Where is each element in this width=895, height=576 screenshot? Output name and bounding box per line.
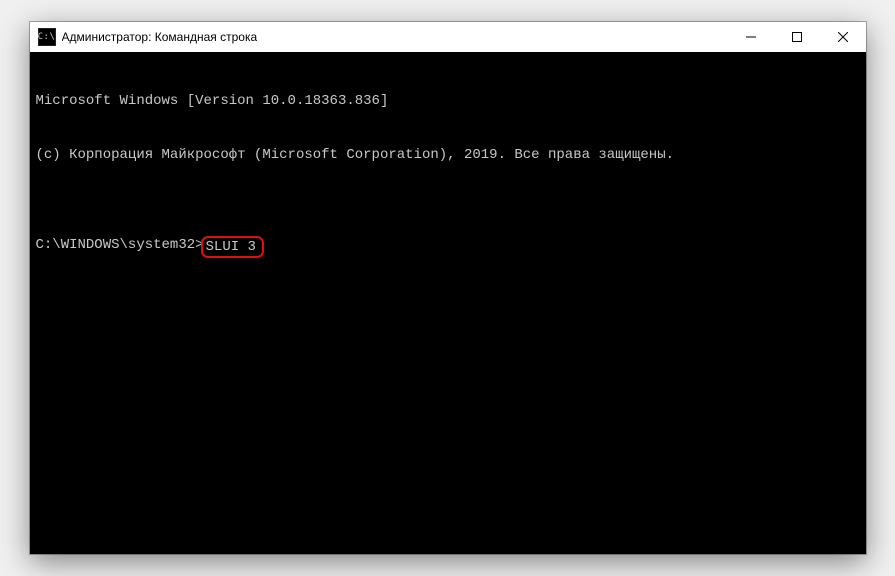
terminal-prompt-line: C:\WINDOWS\system32>SLUI 3: [36, 236, 860, 258]
cmd-window: C:\ Администратор: Командная строка Micr…: [30, 22, 866, 554]
terminal-line: (c) Корпорация Майкрософт (Microsoft Cor…: [36, 146, 860, 164]
page-root: C:\ Администратор: Командная строка Micr…: [0, 0, 895, 576]
terminal-area[interactable]: Microsoft Windows [Version 10.0.18363.83…: [30, 52, 866, 554]
minimize-button[interactable]: [728, 22, 774, 52]
close-button[interactable]: [820, 22, 866, 52]
maximize-button[interactable]: [774, 22, 820, 52]
titlebar[interactable]: C:\ Администратор: Командная строка: [30, 22, 866, 52]
terminal-prompt: C:\WINDOWS\system32>: [36, 236, 204, 254]
command-highlight: SLUI 3: [201, 236, 264, 258]
window-title: Администратор: Командная строка: [62, 30, 258, 44]
terminal-line: Microsoft Windows [Version 10.0.18363.83…: [36, 92, 860, 110]
terminal-command: SLUI 3: [206, 239, 256, 255]
cmd-icon: C:\: [38, 28, 56, 46]
